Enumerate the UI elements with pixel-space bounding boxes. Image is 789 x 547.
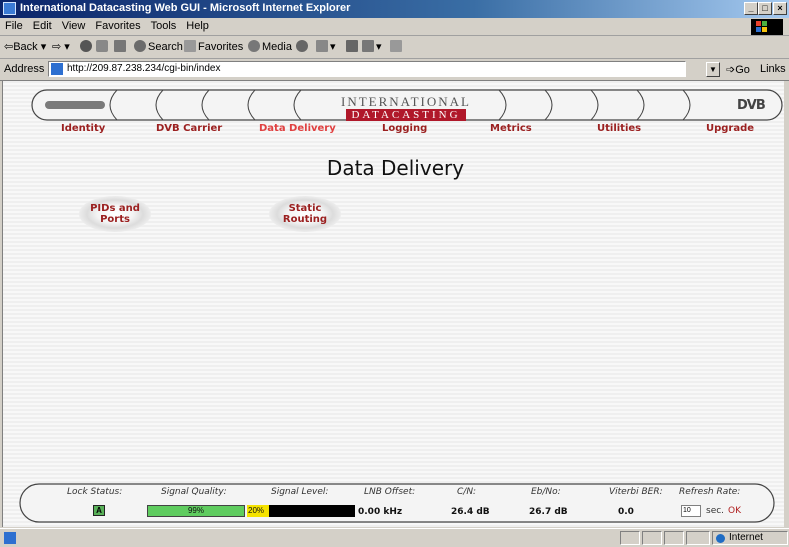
viterbi-ber-value: 0.0 <box>618 507 634 517</box>
back-arrow-icon: ⇦ <box>4 41 14 53</box>
mail-button[interactable]: ▾ <box>316 40 336 53</box>
menu-tools[interactable]: Tools <box>146 18 182 32</box>
media-icon <box>248 40 260 52</box>
address-dropdown-button[interactable]: ▼ <box>706 62 720 77</box>
signal-level-fill: 20% <box>247 505 269 517</box>
status-bar: Internet <box>0 528 789 547</box>
stop-button[interactable] <box>80 40 94 53</box>
menu-edit[interactable]: Edit <box>28 18 57 32</box>
status-cell <box>642 531 662 545</box>
cn-label: C/N: <box>457 487 477 497</box>
lock-status-label: Lock Status: <box>67 487 123 497</box>
nav-pill: INTERNATIONAL DATACASTING DVB <box>31 89 783 121</box>
page-icon <box>51 63 63 75</box>
forward-button[interactable]: ⇨ ▾ <box>52 40 70 53</box>
discuss-icon <box>390 40 402 52</box>
nav-identity[interactable]: Identity <box>61 123 105 134</box>
menu-view[interactable]: View <box>57 18 91 32</box>
address-bar: Address http://209.87.238.234/cgi-bin/in… <box>0 59 789 81</box>
title-bar: International Datacasting Web GUI - Micr… <box>0 0 789 18</box>
vertical-scrollbar[interactable] <box>784 81 788 527</box>
nav-logging[interactable]: Logging <box>382 123 427 134</box>
links-button[interactable]: Links <box>760 63 786 75</box>
home-icon <box>114 40 126 52</box>
standard-toolbar: ⇦Back ▾ ⇨ ▾ Search Favorites Media ▾ ▾ <box>0 36 789 59</box>
lock-status-indicator: A <box>93 505 105 516</box>
viterbi-ber-label: Viterbi BER: <box>609 487 663 497</box>
page-status-icon <box>4 532 16 544</box>
refresh-unit-label: sec. <box>706 506 725 516</box>
nav-data-delivery[interactable]: Data Delivery <box>259 123 336 134</box>
dvb-logo: DVB <box>737 98 766 113</box>
stop-icon <box>80 40 92 52</box>
nav-metrics[interactable]: Metrics <box>490 123 532 134</box>
browser-window: International Datacasting Web GUI - Micr… <box>0 0 789 546</box>
mail-icon <box>316 40 328 52</box>
window-title: International Datacasting Web GUI - Micr… <box>20 2 351 14</box>
refresh-icon <box>96 40 108 52</box>
go-arrow-icon: ➩ <box>726 64 736 76</box>
nav-dvb-carrier[interactable]: DVB Carrier <box>156 123 222 134</box>
menu-file[interactable]: File <box>0 18 28 32</box>
search-button[interactable]: Search <box>134 40 183 53</box>
page-content: INTERNATIONAL DATACASTING DVB Identity D… <box>2 81 788 527</box>
refresh-rate-input[interactable]: 10 <box>681 505 701 517</box>
page-title: Data Delivery <box>326 156 465 180</box>
history-button[interactable] <box>296 40 310 53</box>
status-cell <box>620 531 640 545</box>
menu-favorites[interactable]: Favorites <box>90 18 145 32</box>
ebno-label: Eb/No: <box>531 487 561 497</box>
ebno-value: 26.7 dB <box>529 507 568 517</box>
edit-button[interactable]: ▾ <box>362 40 382 53</box>
history-icon <box>296 40 308 52</box>
edit-icon <box>362 40 374 52</box>
print-icon <box>346 40 358 52</box>
nav-utilities[interactable]: Utilities <box>597 123 641 134</box>
signal-quality-label: Signal Quality: <box>161 487 227 497</box>
favorites-button[interactable]: Favorites <box>184 40 243 53</box>
go-button[interactable]: ➩Go <box>726 63 750 76</box>
refresh-rate-label: Refresh Rate: <box>679 487 741 497</box>
globe-icon <box>716 534 725 543</box>
nav-upgrade[interactable]: Upgrade <box>706 123 754 134</box>
minimize-button[interactable]: _ <box>744 2 758 15</box>
refresh-ok-button[interactable]: OK <box>728 506 741 516</box>
menu-bar: File Edit View Favorites Tools Help <box>0 18 789 36</box>
home-button[interactable] <box>114 40 128 53</box>
search-icon <box>134 40 146 52</box>
signal-quality-bar: 99% <box>147 505 245 517</box>
refresh-button[interactable] <box>96 40 110 53</box>
close-button[interactable]: × <box>773 2 787 15</box>
pids-and-ports-button[interactable]: PIDs and Ports <box>79 194 151 236</box>
windows-logo-icon <box>751 19 783 35</box>
main-nav: Identity DVB Carrier Data Delivery Loggi… <box>3 123 788 137</box>
status-cell <box>664 531 684 545</box>
back-button[interactable]: ⇦Back ▾ <box>4 40 46 53</box>
address-url: http://209.87.238.234/cgi-bin/index <box>67 63 221 74</box>
maximize-button[interactable]: □ <box>758 2 772 15</box>
signal-level-label: Signal Level: <box>271 487 329 497</box>
cn-value: 26.4 dB <box>451 507 490 517</box>
static-routing-button[interactable]: Static Routing <box>269 194 341 236</box>
lnb-offset-label: LNB Offset: <box>364 487 416 497</box>
status-cell <box>686 531 710 545</box>
favorites-icon <box>184 40 196 52</box>
signal-status-panel: Lock Status: Signal Quality: Signal Leve… <box>19 483 775 523</box>
media-button[interactable]: Media <box>248 40 292 53</box>
lnb-offset-value: 0.00 kHz <box>358 507 403 517</box>
signal-level-bar: 20% <box>247 505 355 517</box>
ie-icon <box>3 2 16 15</box>
brand-logo: INTERNATIONAL DATACASTING <box>341 94 471 121</box>
security-zone: Internet <box>712 531 788 545</box>
address-label: Address <box>4 63 45 75</box>
discuss-button[interactable] <box>390 40 404 53</box>
address-input[interactable]: http://209.87.238.234/cgi-bin/index <box>48 61 686 77</box>
print-button[interactable] <box>346 40 360 53</box>
menu-help[interactable]: Help <box>181 18 214 32</box>
